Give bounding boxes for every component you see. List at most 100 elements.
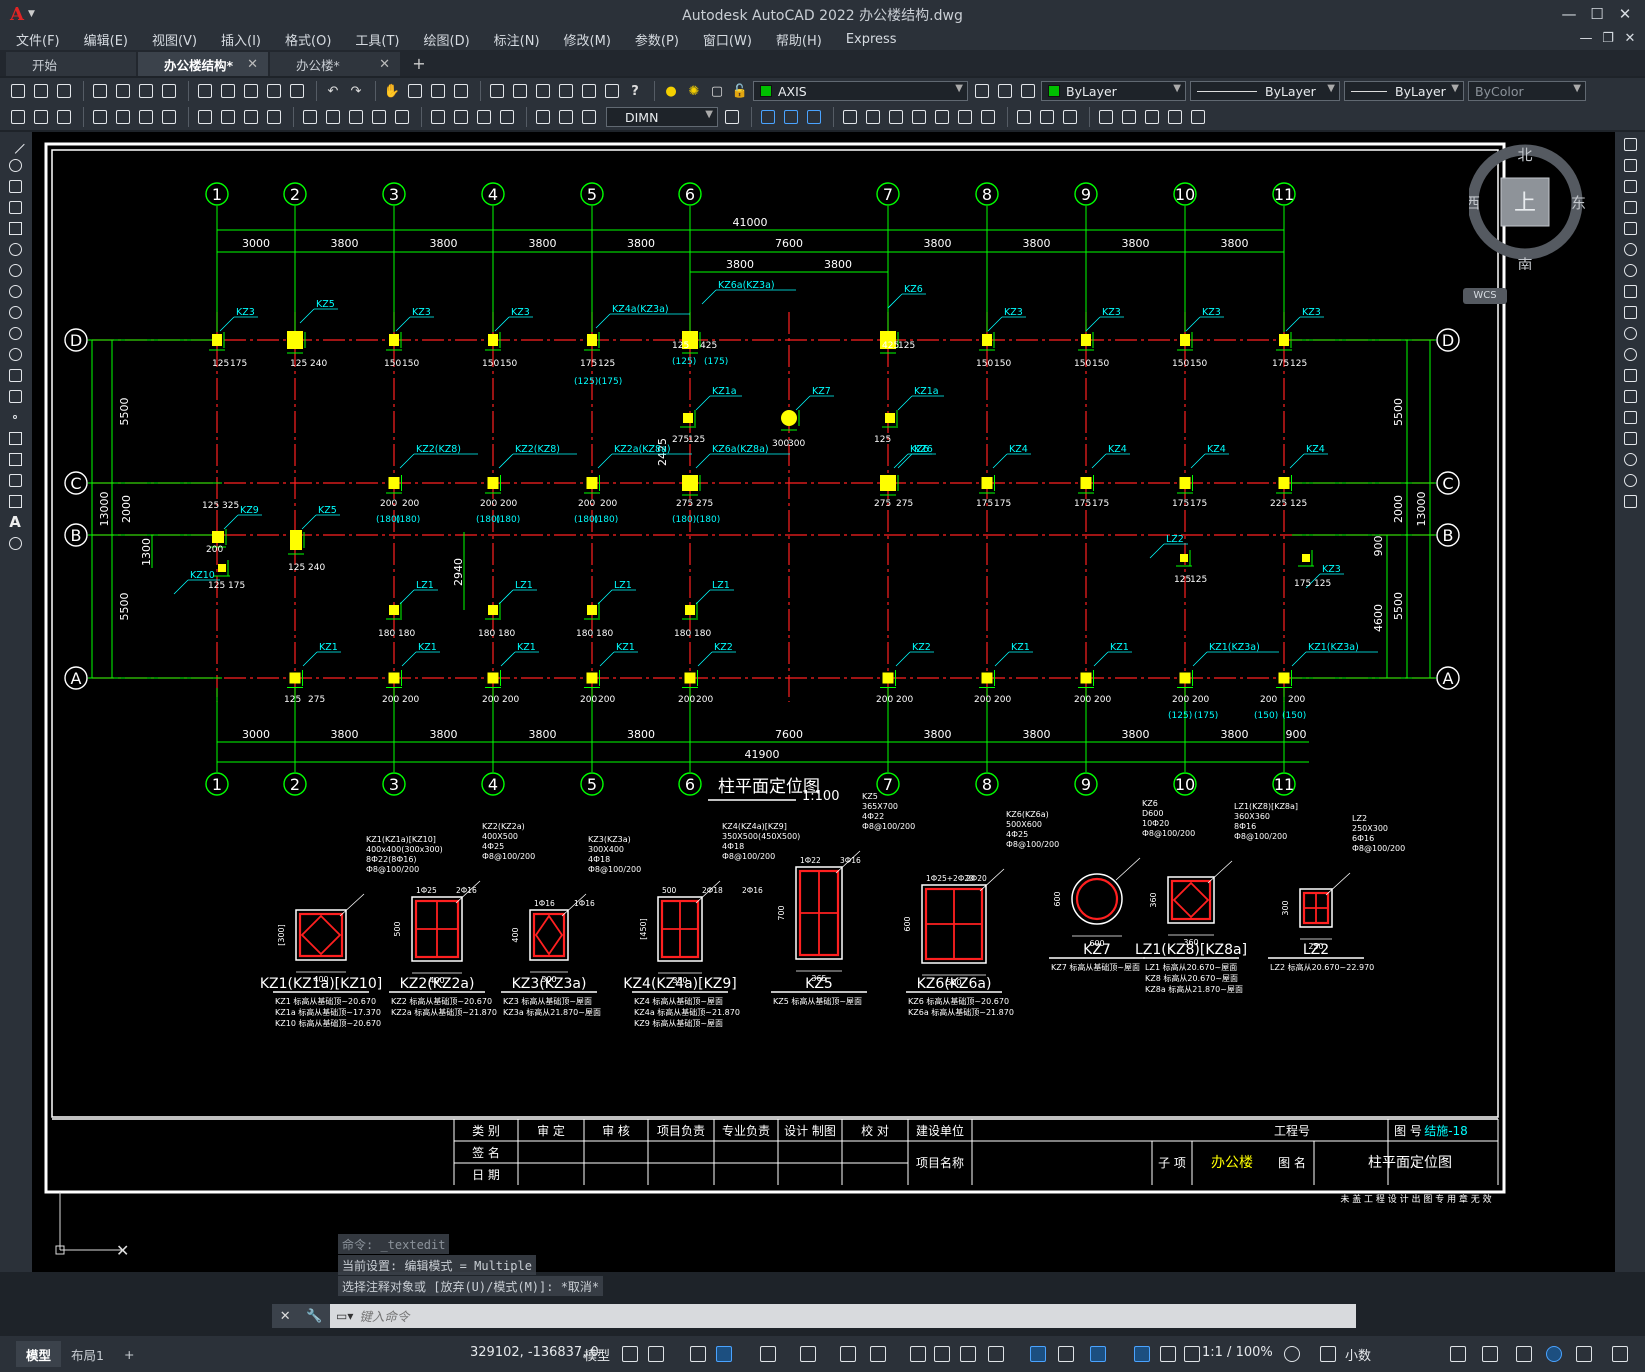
menu-view[interactable]: 视图(V) — [152, 30, 197, 49]
menu-insert[interactable]: 插入(I) — [221, 30, 261, 49]
tab-office[interactable]: 办公楼* ✕ — [270, 52, 400, 76]
tab-layout1[interactable]: 布局1 — [61, 1341, 114, 1367]
lineweight-icon[interactable] — [910, 1346, 926, 1362]
modify-13-icon[interactable] — [1142, 107, 1162, 127]
viewcube-top-label[interactable]: 上 — [1514, 191, 1536, 216]
lineweight-dropdown[interactable]: ByLayer ▼ — [1344, 81, 1464, 101]
maximize-button[interactable]: ☐ — [1583, 2, 1611, 26]
arc-icon[interactable] — [4, 240, 26, 258]
modify-1-icon[interactable] — [840, 107, 860, 127]
chamfer-icon[interactable] — [1619, 429, 1641, 447]
menu-edit[interactable]: 编辑(E) — [84, 30, 128, 49]
trim-icon[interactable] — [1619, 324, 1641, 342]
help-icon[interactable]: ? — [625, 81, 645, 101]
minimize-button[interactable]: — — [1555, 2, 1583, 26]
selection-cycling-icon[interactable] — [960, 1346, 976, 1362]
zoom-previous-icon[interactable] — [451, 81, 471, 101]
menu-modify[interactable]: 修改(M) — [564, 30, 611, 49]
zoom-window-icon[interactable] — [428, 81, 448, 101]
3d-osnap-icon[interactable] — [988, 1346, 1004, 1362]
erase-icon[interactable] — [1619, 135, 1641, 153]
properties-icon[interactable] — [487, 81, 507, 101]
modify-7-icon[interactable] — [978, 107, 998, 127]
compass-south[interactable]: 南 — [1517, 256, 1532, 274]
modify-10-icon[interactable] — [1060, 107, 1080, 127]
tab-start[interactable]: 开始 — [6, 52, 136, 76]
isolate-objects-icon[interactable] — [1516, 1346, 1532, 1362]
customize-command-icon[interactable]: 🔧 — [306, 1309, 322, 1324]
undo-icon[interactable]: ↶ — [323, 81, 343, 101]
dim-break-icon[interactable] — [392, 107, 412, 127]
new-icon[interactable] — [8, 81, 28, 101]
3d-print-icon[interactable] — [159, 81, 179, 101]
region-icon[interactable] — [4, 471, 26, 489]
baseline-dim-icon[interactable] — [323, 107, 343, 127]
modify-4-icon[interactable] — [909, 107, 929, 127]
coordinates-readout[interactable]: 329102, -136837, 0 — [470, 1345, 599, 1360]
ortho-icon[interactable] — [716, 1346, 732, 1362]
copy-object-icon[interactable] — [1619, 156, 1641, 174]
modify-15-icon[interactable] — [1188, 107, 1208, 127]
tolerance-icon[interactable] — [428, 107, 448, 127]
customization-icon[interactable] — [1612, 1346, 1628, 1362]
tab-office-structure[interactable]: 办公楼结构* ✕ — [138, 52, 268, 76]
modify-8-icon[interactable] — [1014, 107, 1034, 127]
close-icon[interactable]: ✕ — [247, 57, 258, 72]
app-menu-chevron-icon[interactable]: ▼ — [28, 9, 35, 19]
draworder-above-icon[interactable] — [804, 107, 824, 127]
linetype-dropdown[interactable]: ByLayer ▼ — [1190, 81, 1340, 101]
array-icon[interactable] — [1619, 219, 1641, 237]
compass-north[interactable]: 北 — [1517, 146, 1532, 164]
polyline-icon[interactable] — [4, 177, 26, 195]
markup-icon[interactable] — [579, 81, 599, 101]
offset-icon[interactable] — [1619, 198, 1641, 216]
dynamic-ucs-icon[interactable] — [1030, 1346, 1046, 1362]
draworder-front-icon[interactable] — [758, 107, 778, 127]
hatch-icon[interactable] — [4, 429, 26, 447]
publish-icon[interactable] — [136, 81, 156, 101]
center-mark-icon[interactable] — [451, 107, 471, 127]
menu-draw[interactable]: 绘图(D) — [424, 30, 470, 49]
modify-11-icon[interactable] — [1096, 107, 1116, 127]
freeze-icon[interactable]: ▢ — [707, 81, 727, 101]
revcloud-icon[interactable] — [4, 282, 26, 300]
gizmo-icon[interactable] — [1090, 1346, 1106, 1362]
make-block-icon[interactable] — [4, 387, 26, 405]
redo-icon[interactable]: ↷ — [346, 81, 366, 101]
layer-match-icon[interactable] — [1018, 81, 1038, 101]
compass-west[interactable]: 西 — [1465, 194, 1480, 212]
quick-properties-icon[interactable] — [1450, 1346, 1466, 1362]
menu-help[interactable]: 帮助(H) — [776, 30, 822, 49]
continue-dim-icon[interactable] — [346, 107, 366, 127]
menu-parametric[interactable]: 参数(P) — [635, 30, 679, 49]
ellipse-arc-icon[interactable] — [4, 345, 26, 363]
sheet-set-icon[interactable] — [556, 81, 576, 101]
match-properties-icon[interactable] — [264, 81, 284, 101]
workspace-gear-icon[interactable] — [1284, 1346, 1300, 1362]
spline-icon[interactable] — [4, 303, 26, 321]
circle-icon[interactable] — [4, 261, 26, 279]
viewcube[interactable]: 北 南 西 东 上 WCS — [1463, 140, 1599, 304]
menu-file[interactable]: 文件(F) — [16, 30, 60, 49]
break-icon[interactable] — [1619, 387, 1641, 405]
units-dropdown[interactable]: 小数 — [1345, 1345, 1371, 1364]
modify-3-icon[interactable] — [886, 107, 906, 127]
modify-5-icon[interactable] — [932, 107, 952, 127]
arc-length-icon[interactable] — [136, 107, 156, 127]
dim-edit-icon[interactable] — [533, 107, 553, 127]
calculator-icon[interactable] — [602, 81, 622, 101]
menu-express[interactable]: Express — [846, 32, 897, 47]
layer-dropdown[interactable]: AXIS ▼ — [753, 81, 968, 101]
modify-6-icon[interactable] — [955, 107, 975, 127]
tab-model[interactable]: 模型 — [16, 1341, 62, 1367]
jogged-dim-icon[interactable] — [218, 107, 238, 127]
tool-palettes-icon[interactable] — [533, 81, 553, 101]
layer-state-icon[interactable] — [972, 81, 992, 101]
snap-icon[interactable] — [648, 1346, 664, 1362]
mtext-icon[interactable]: A — [4, 513, 26, 531]
add-layout-button[interactable]: + — [114, 1341, 144, 1367]
make-current-icon[interactable] — [31, 107, 51, 127]
ordinate-dim-icon[interactable] — [159, 107, 179, 127]
line-icon[interactable] — [4, 134, 26, 154]
close-command-icon[interactable]: ✕ — [280, 1309, 291, 1324]
